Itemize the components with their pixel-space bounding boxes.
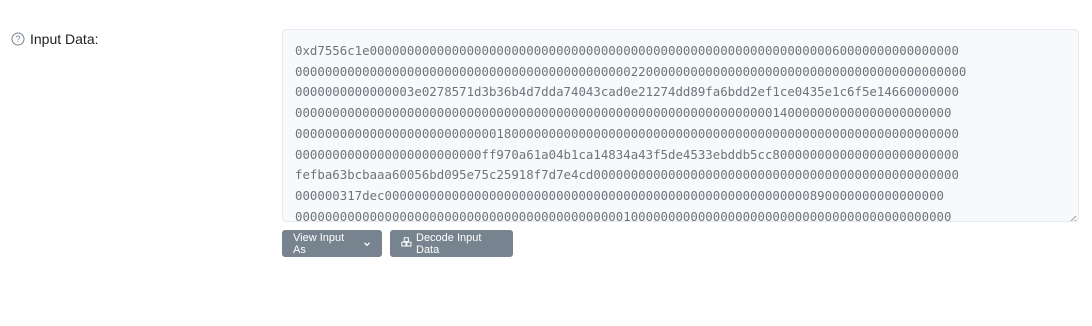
resize-handle-icon[interactable]: [1068, 211, 1077, 221]
input-data-line: 0xd7556c1e000000000000000000000000000000…: [295, 43, 959, 58]
input-data-line: 000000317dec0000000000000000000000000000…: [295, 187, 945, 203]
input-data-line: 0000000000000003e0278571d3b36b4d7dda7404…: [295, 84, 959, 100]
input-data-line: 0000000000000000000000000000000000000000…: [295, 105, 952, 121]
svg-text:?: ?: [15, 34, 20, 44]
input-data-line: 0000000000000000000000000ff970a61a04b1ca…: [295, 146, 959, 162]
input-data-line: fefba63bcbaaa60056bd095e75c25918f7d7e4cd…: [295, 167, 959, 183]
decode-input-data-label: Decode Input Data: [416, 231, 482, 256]
input-data-textarea[interactable]: 0xd7556c1e000000000000000000000000000000…: [282, 29, 1079, 222]
input-data-line: 0000000000000000000000000001800000000000…: [295, 125, 959, 141]
question-circle-icon[interactable]: ?: [11, 32, 25, 46]
input-data-line: 0000000000000000000000000000000000000000…: [295, 208, 952, 222]
view-input-as-button[interactable]: View Input As: [282, 230, 382, 257]
view-input-as-label: View Input As: [293, 231, 345, 256]
decode-input-data-button[interactable]: Decode Input Data: [390, 230, 513, 257]
input-data-line: 0000000000000000000000000000000000000000…: [295, 63, 967, 79]
input-data-content: 0xd7556c1e000000000000000000000000000000…: [295, 41, 1071, 222]
cubes-icon: [401, 237, 412, 250]
chevron-down-icon: [363, 240, 371, 248]
input-data-label: Input Data:: [30, 31, 99, 47]
input-data-label-group: ? Input Data:: [11, 31, 99, 47]
